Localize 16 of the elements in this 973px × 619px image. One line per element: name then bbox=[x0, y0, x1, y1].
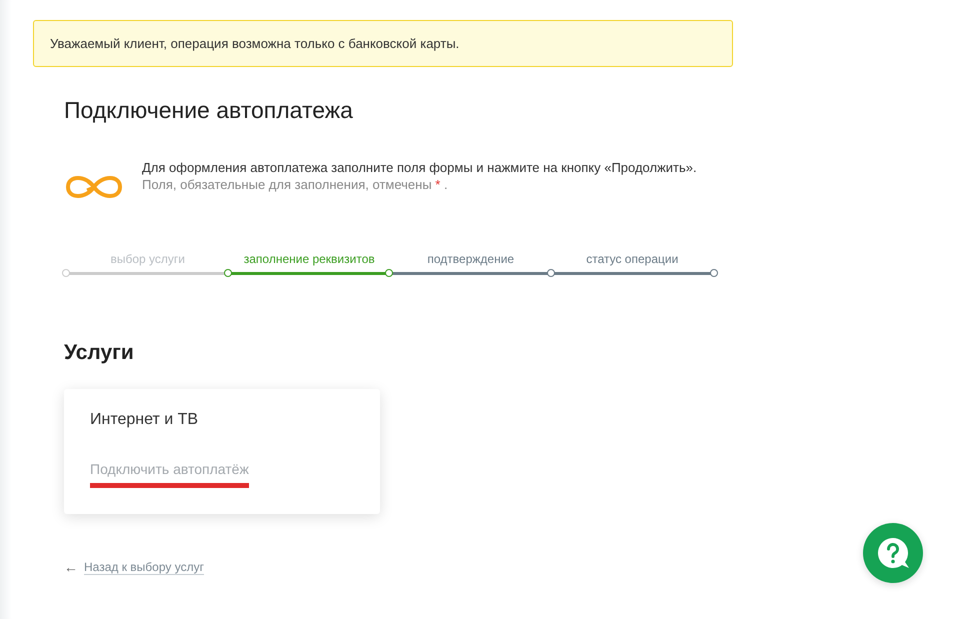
help-button[interactable] bbox=[863, 523, 923, 583]
connect-autopay-link[interactable]: Подключить автоплатёж bbox=[90, 461, 249, 488]
back-link[interactable]: Назад к выбору услуг bbox=[84, 560, 204, 574]
step-label: статус операции bbox=[586, 252, 678, 266]
step-label: выбор услуги bbox=[110, 252, 185, 266]
service-name: Интернет и ТВ bbox=[90, 411, 200, 429]
alert-message: Уважаемый клиент, операция возможна только с банковской карты. bbox=[33, 20, 733, 67]
step-label: подтверждение bbox=[427, 252, 514, 266]
question-bubble-icon bbox=[876, 536, 910, 570]
page-title: Подключение автоплатежа bbox=[64, 97, 354, 124]
section-title: Услуги bbox=[64, 341, 135, 365]
back-arrow: ← bbox=[64, 559, 78, 575]
service-card[interactable]: Интернет и ТВ Подключить автоплатёж bbox=[64, 389, 380, 514]
required-fields-note: Поля, обязательные для заполнения, отмечены * . bbox=[142, 177, 449, 192]
step-label: заполнение реквизитов bbox=[244, 252, 375, 266]
instruction-text: Для оформления автоплатежа заполните поля формы и нажмите на кнопку «Продолжить». bbox=[142, 160, 697, 175]
